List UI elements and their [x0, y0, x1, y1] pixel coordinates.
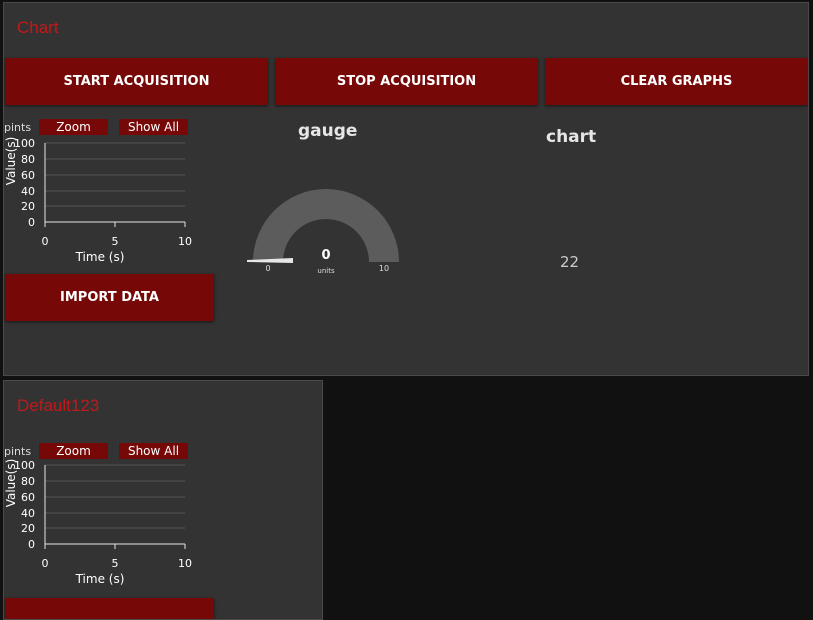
x-axis-label: Time (s) — [75, 250, 125, 264]
x-tick: 10 — [178, 235, 192, 248]
gauge-title: gauge — [298, 121, 358, 141]
gauge: 0 units 0 10 — [247, 189, 399, 275]
gauge-min: 0 — [265, 264, 270, 273]
y-tick: 0 — [28, 216, 35, 229]
x-axis-label: Time (s) — [75, 572, 125, 586]
chart-panel: Chart START ACQUISITION STOP ACQUISITION… — [3, 2, 809, 376]
default-panel: Default123 pints Zoom Show All 100 80 60… — [3, 380, 323, 620]
y-axis-label: Value(s) — [4, 459, 18, 508]
y-tick: 60 — [21, 491, 35, 504]
y-tick: 60 — [21, 169, 35, 182]
y-axis-label: Value(s) — [4, 137, 18, 186]
y-tick: 20 — [21, 200, 35, 213]
x-tick: 5 — [112, 235, 119, 248]
x-tick: 5 — [112, 557, 119, 570]
gauge-value: 0 — [321, 248, 330, 263]
x-tick: 0 — [42, 557, 49, 570]
start-acquisition-button[interactable]: START ACQUISITION — [5, 58, 268, 105]
default-panel-button[interactable] — [5, 598, 214, 619]
time-plot: pints Zoom Show All 100 80 60 40 20 0 0 … — [4, 115, 204, 265]
y-tick: 40 — [21, 507, 35, 520]
x-tick: 0 — [42, 235, 49, 248]
y-tick: 80 — [21, 475, 35, 488]
plot-area[interactable]: 100 80 60 40 20 0 0 5 10 Time (s) Value(… — [4, 437, 204, 587]
plot-area[interactable]: 100 80 60 40 20 0 0 5 10 Time (s) Value(… — [4, 115, 204, 265]
text-widget-value: 22 — [560, 253, 580, 271]
y-tick: 40 — [21, 185, 35, 198]
stop-acquisition-button[interactable]: STOP ACQUISITION — [275, 58, 538, 105]
y-tick: 20 — [21, 522, 35, 535]
gauge-max: 10 — [379, 264, 389, 273]
x-tick: 10 — [178, 557, 192, 570]
panel-title: Default123 — [17, 396, 100, 415]
clear-graphs-button[interactable]: CLEAR GRAPHS — [545, 58, 808, 105]
panel-title: Chart — [17, 18, 59, 37]
y-tick: 80 — [21, 153, 35, 166]
gauge-units: units — [317, 267, 335, 275]
import-data-button[interactable]: IMPORT DATA — [5, 274, 214, 321]
y-tick: 0 — [28, 538, 35, 551]
text-widget-title: chart — [546, 127, 597, 147]
time-plot: pints Zoom Show All 100 80 60 40 20 0 0 … — [4, 437, 204, 587]
